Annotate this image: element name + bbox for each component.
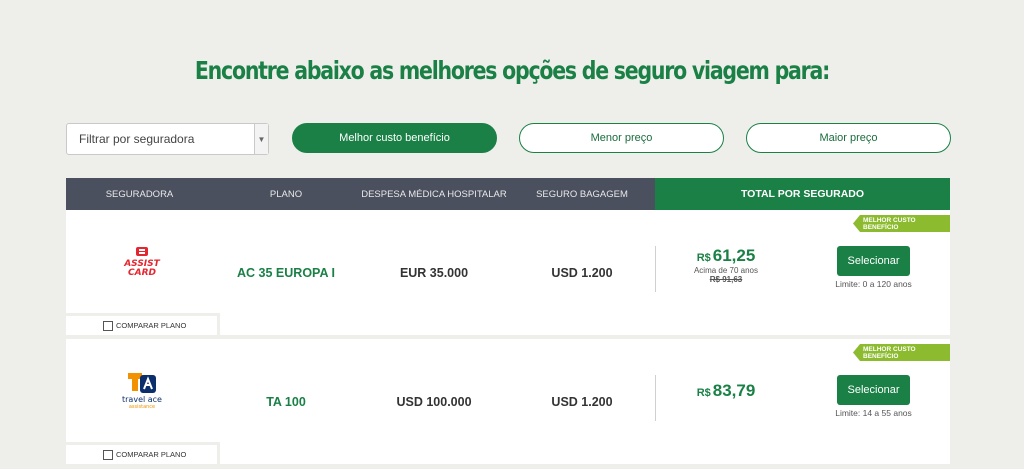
travel-ace-logo: travel ace assistance [122, 373, 162, 410]
baggage-coverage: USD 1.200 [551, 265, 613, 280]
age-limit: Limite: 0 a 120 anos [835, 279, 912, 289]
price-block: R$ 61,25 Acima de 70 anos R$ 91,63 [671, 246, 781, 284]
select-plan-button[interactable]: Selecionar [837, 246, 910, 276]
compare-label: COMPARAR PLANO [116, 450, 187, 459]
compare-plan-toggle[interactable]: COMPARAR PLANO [66, 313, 220, 335]
results-table-header: SEGURADORA PLANO DESPESA MÉDICA HOSPITAL… [66, 178, 950, 210]
sort-best-value-button[interactable]: Melhor custo benefício [292, 123, 497, 153]
plan-row: MELHOR CUSTO BENEFÍCIO ASSIST CARD AC 35… [66, 210, 950, 335]
sort-highest-price-button[interactable]: Maior preço [746, 123, 951, 153]
insurer-filter-label: Filtrar por seguradora [79, 132, 195, 146]
plan-name: TA 100 [266, 394, 306, 409]
age-limit: Limite: 14 a 55 anos [835, 408, 912, 418]
page-headline: Encontre abaixo as melhores opções de se… [194, 56, 830, 85]
svg-text:travel ace: travel ace [122, 395, 162, 404]
plan-row: MELHOR CUSTO BENEFÍCIO travel ace assist… [66, 339, 950, 464]
price-divider [655, 246, 656, 292]
compare-checkbox[interactable] [103, 449, 113, 460]
assist-card-logo: ASSIST CARD [123, 247, 161, 278]
header-medical: DESPESA MÉDICA HOSPITALAR [361, 188, 507, 200]
svg-text:assistance: assistance [129, 404, 155, 410]
medical-coverage: EUR 35.000 [399, 265, 469, 280]
header-baggage: SEGURO BAGAGEM [536, 188, 628, 200]
price-note: Acima de 70 anos [693, 266, 759, 275]
price-block: R$ 83,79 [671, 381, 781, 401]
compare-plan-toggle[interactable]: COMPARAR PLANO [66, 442, 220, 464]
compare-checkbox[interactable] [103, 320, 113, 331]
compare-label: COMPARAR PLANO [116, 321, 187, 330]
old-price: R$ 91,63 [709, 275, 743, 284]
header-insurer: SEGURADORA [105, 188, 174, 200]
best-value-badge: MELHOR CUSTO BENEFÍCIO [853, 344, 950, 361]
best-value-badge: MELHOR CUSTO BENEFÍCIO [853, 215, 950, 232]
select-plan-button[interactable]: Selecionar [837, 375, 910, 405]
sort-lowest-price-button[interactable]: Menor preço [519, 123, 724, 153]
chevron-down-icon[interactable]: ▼ [254, 124, 268, 154]
svg-text:CARD: CARD [128, 268, 157, 278]
medical-coverage: USD 100.000 [396, 394, 472, 409]
baggage-coverage: USD 1.200 [551, 394, 613, 409]
header-total: TOTAL POR SEGURADO [655, 178, 950, 210]
price-divider [655, 375, 656, 421]
insurer-filter-select[interactable]: Filtrar por seguradora ▼ [66, 123, 269, 155]
plan-name: AC 35 EUROPA I [237, 265, 335, 280]
total-price: R$ 61,25 [696, 246, 756, 265]
total-price: R$ 83,79 [696, 381, 756, 400]
header-plan: PLANO [269, 188, 303, 200]
